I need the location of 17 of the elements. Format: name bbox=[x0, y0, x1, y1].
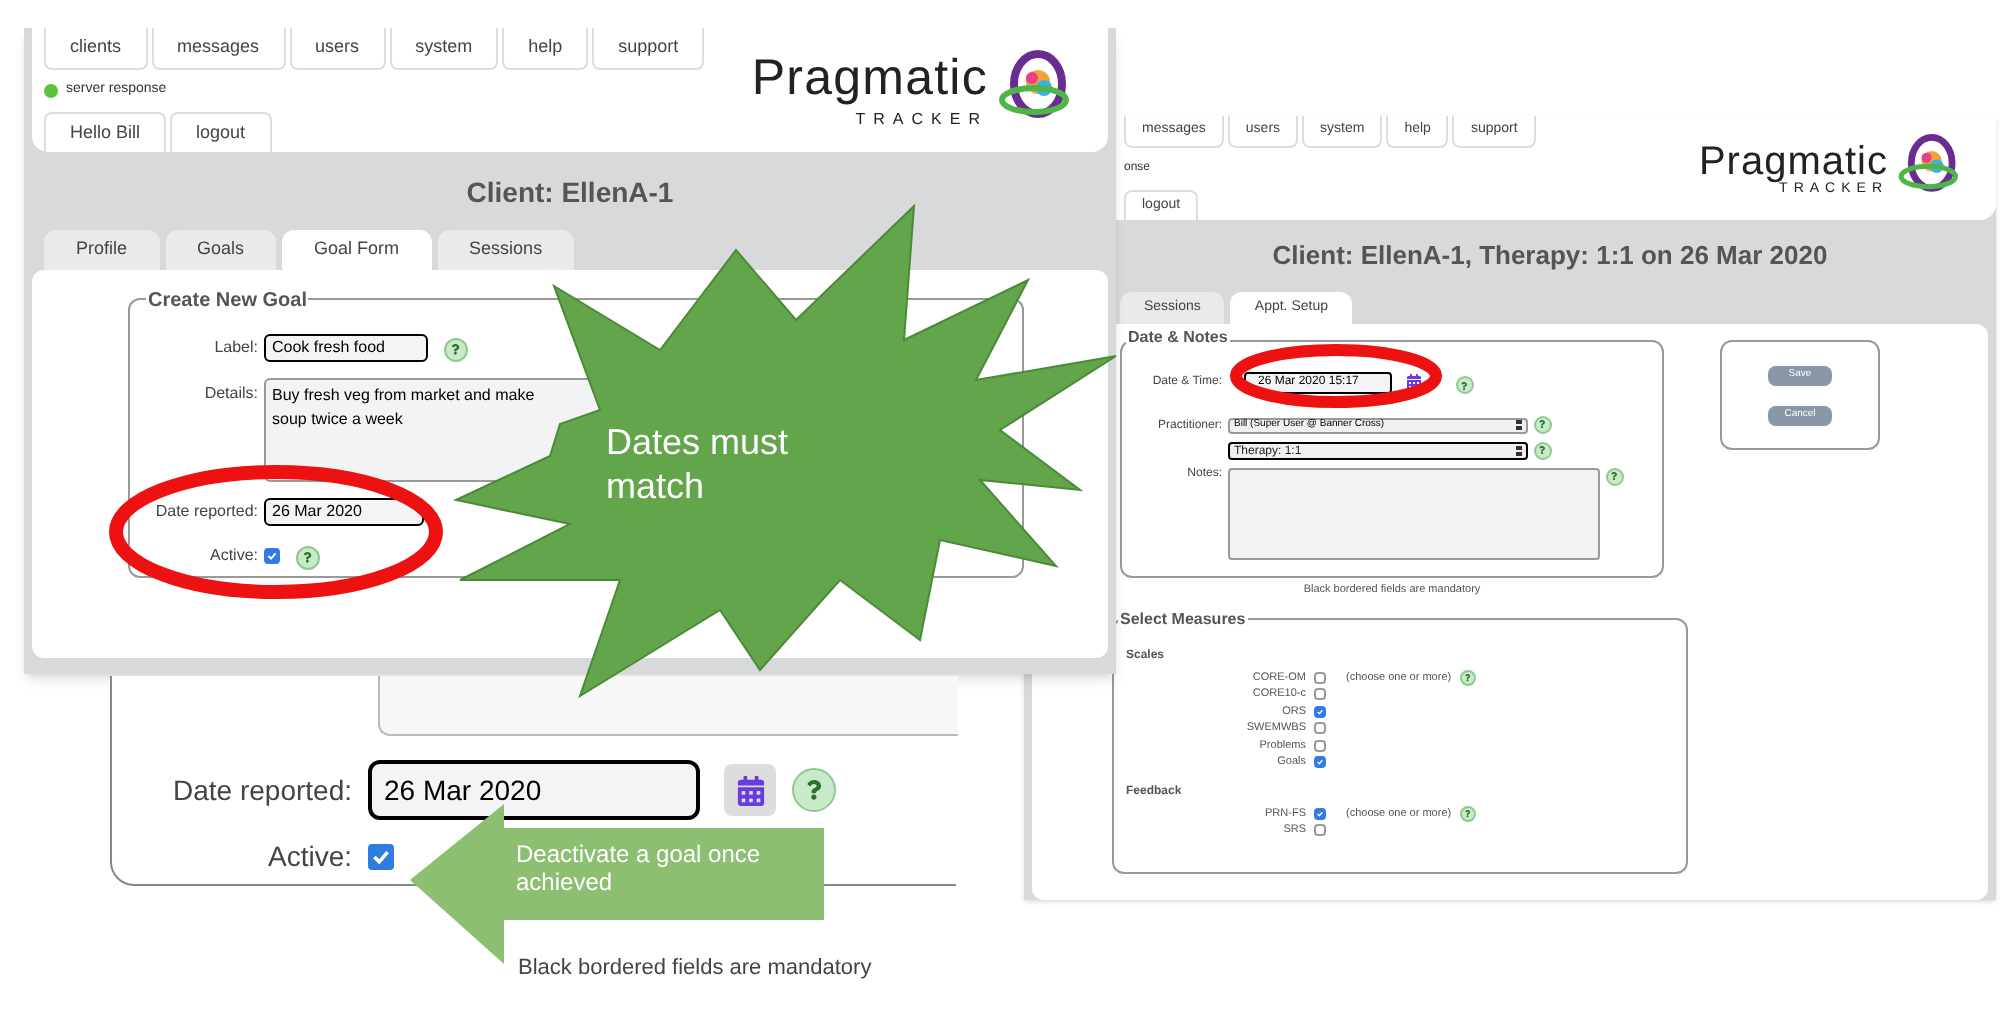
logo-wordmark: Pragmatic bbox=[751, 53, 988, 103]
field-label: Active: bbox=[265, 838, 352, 876]
logo-tagline: TRACKER bbox=[855, 111, 988, 127]
field-label: Date reported: bbox=[153, 499, 258, 523]
field-label: Active: bbox=[207, 543, 258, 567]
logo-wordmark: Pragmatic bbox=[1698, 141, 1888, 181]
field-label: Label: bbox=[212, 335, 258, 359]
field-label: Details: bbox=[202, 381, 258, 405]
fieldset-legend: Select Measures bbox=[1118, 607, 1248, 631]
screen-title: Client: EllenA-1 bbox=[464, 174, 676, 212]
callout-text: Deactivate a goal once bbox=[516, 840, 761, 868]
fieldset-legend: Date & Notes bbox=[1126, 330, 1230, 346]
callout-text: Dates must match bbox=[606, 420, 791, 508]
callout-text: achieved bbox=[516, 868, 615, 896]
field-label: Date reported: bbox=[171, 771, 352, 810]
screen-title: Client: EllenA-1, Therapy: 1:1 on 26 Mar 2020 bbox=[1270, 238, 1830, 274]
mandatory-note: Black bordered fields are mandatory bbox=[518, 954, 872, 984]
